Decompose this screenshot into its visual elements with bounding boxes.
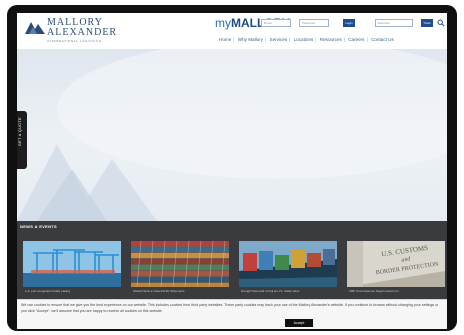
main-navigation: Home | Why Mallory | Services | Locations | … [219, 37, 394, 42]
news-caption: Drought Sea Gulf of Fuji at U.S. dollar … [241, 289, 300, 293]
news-caption: CBP Commissioner begins launch of... [349, 289, 401, 293]
logo-tagline: INTERNATIONAL LOGISTICS [47, 39, 102, 43]
get-a-quote-tab[interactable]: GET A QUOTE [17, 111, 27, 169]
nav-item-contact-us[interactable]: Contact Us [371, 37, 394, 42]
mallory-alexander-logo[interactable]: MALLORY ALEXANDER INTERNATIONAL LOGISTIC… [25, 16, 135, 46]
news-caption: Global News in Asia-Pacific Shipments [133, 289, 185, 293]
hero-watermark [17, 49, 447, 221]
login-button[interactable]: Login [343, 19, 355, 27]
accept-cookies-button[interactable]: Accept [285, 319, 313, 327]
get-a-quote-label: GET A QUOTE [18, 117, 22, 146]
cookie-message: We use cookies to ensure that we give yo… [21, 303, 439, 313]
tracking-search-input[interactable]: Example [375, 19, 413, 27]
search-icon[interactable] [437, 19, 445, 27]
track-button[interactable]: Track [421, 19, 433, 27]
nav-item-home[interactable]: Home [219, 37, 231, 42]
news-events-section: NEWS & EVENTS L.A. port congestion final… [17, 221, 447, 299]
nav-item-locations[interactable]: Locations [294, 37, 314, 42]
nav-item-services[interactable]: Services [270, 37, 288, 42]
browser-viewport: MALLORY ALEXANDER INTERNATIONAL LOGISTIC… [17, 13, 447, 329]
news-card[interactable]: L.A. port congestion finally easing [23, 241, 121, 295]
site-header: MALLORY ALEXANDER INTERNATIONAL LOGISTIC… [17, 13, 447, 49]
news-card[interactable]: Global News in Asia-Pacific Shipments [131, 241, 229, 295]
nav-item-resources[interactable]: Resources [320, 37, 342, 42]
nav-item-careers[interactable]: Careers [348, 37, 364, 42]
cookie-consent-bar: We use cookies to ensure that we give yo… [17, 299, 447, 329]
news-image-container-ship [239, 241, 337, 287]
hero-banner: GET A QUOTE [17, 49, 447, 221]
portal-prefix: my [215, 16, 231, 30]
nav-item-why-mallory[interactable]: Why Mallory [238, 37, 263, 42]
password-field[interactable]: Password [299, 19, 329, 27]
news-heading: NEWS & EVENTS [20, 224, 58, 229]
email-field[interactable]: Email [261, 19, 291, 27]
news-caption: L.A. port congestion finally easing [25, 289, 70, 293]
logo-mark-icon [25, 22, 45, 34]
news-image-customs-sign: U.S. CUSTOMS and BORDER PROTECTION [347, 241, 445, 287]
news-image-container-yard [131, 241, 229, 287]
news-card[interactable]: U.S. CUSTOMS and BORDER PROTECTION CBP C… [347, 241, 445, 295]
device-frame: MALLORY ALEXANDER INTERNATIONAL LOGISTIC… [7, 5, 457, 331]
news-image-port-cranes [23, 241, 121, 287]
logo-text-line2: ALEXANDER [47, 27, 118, 38]
news-card[interactable]: Drought Sea Gulf of Fuji at U.S. dollar … [239, 241, 337, 295]
